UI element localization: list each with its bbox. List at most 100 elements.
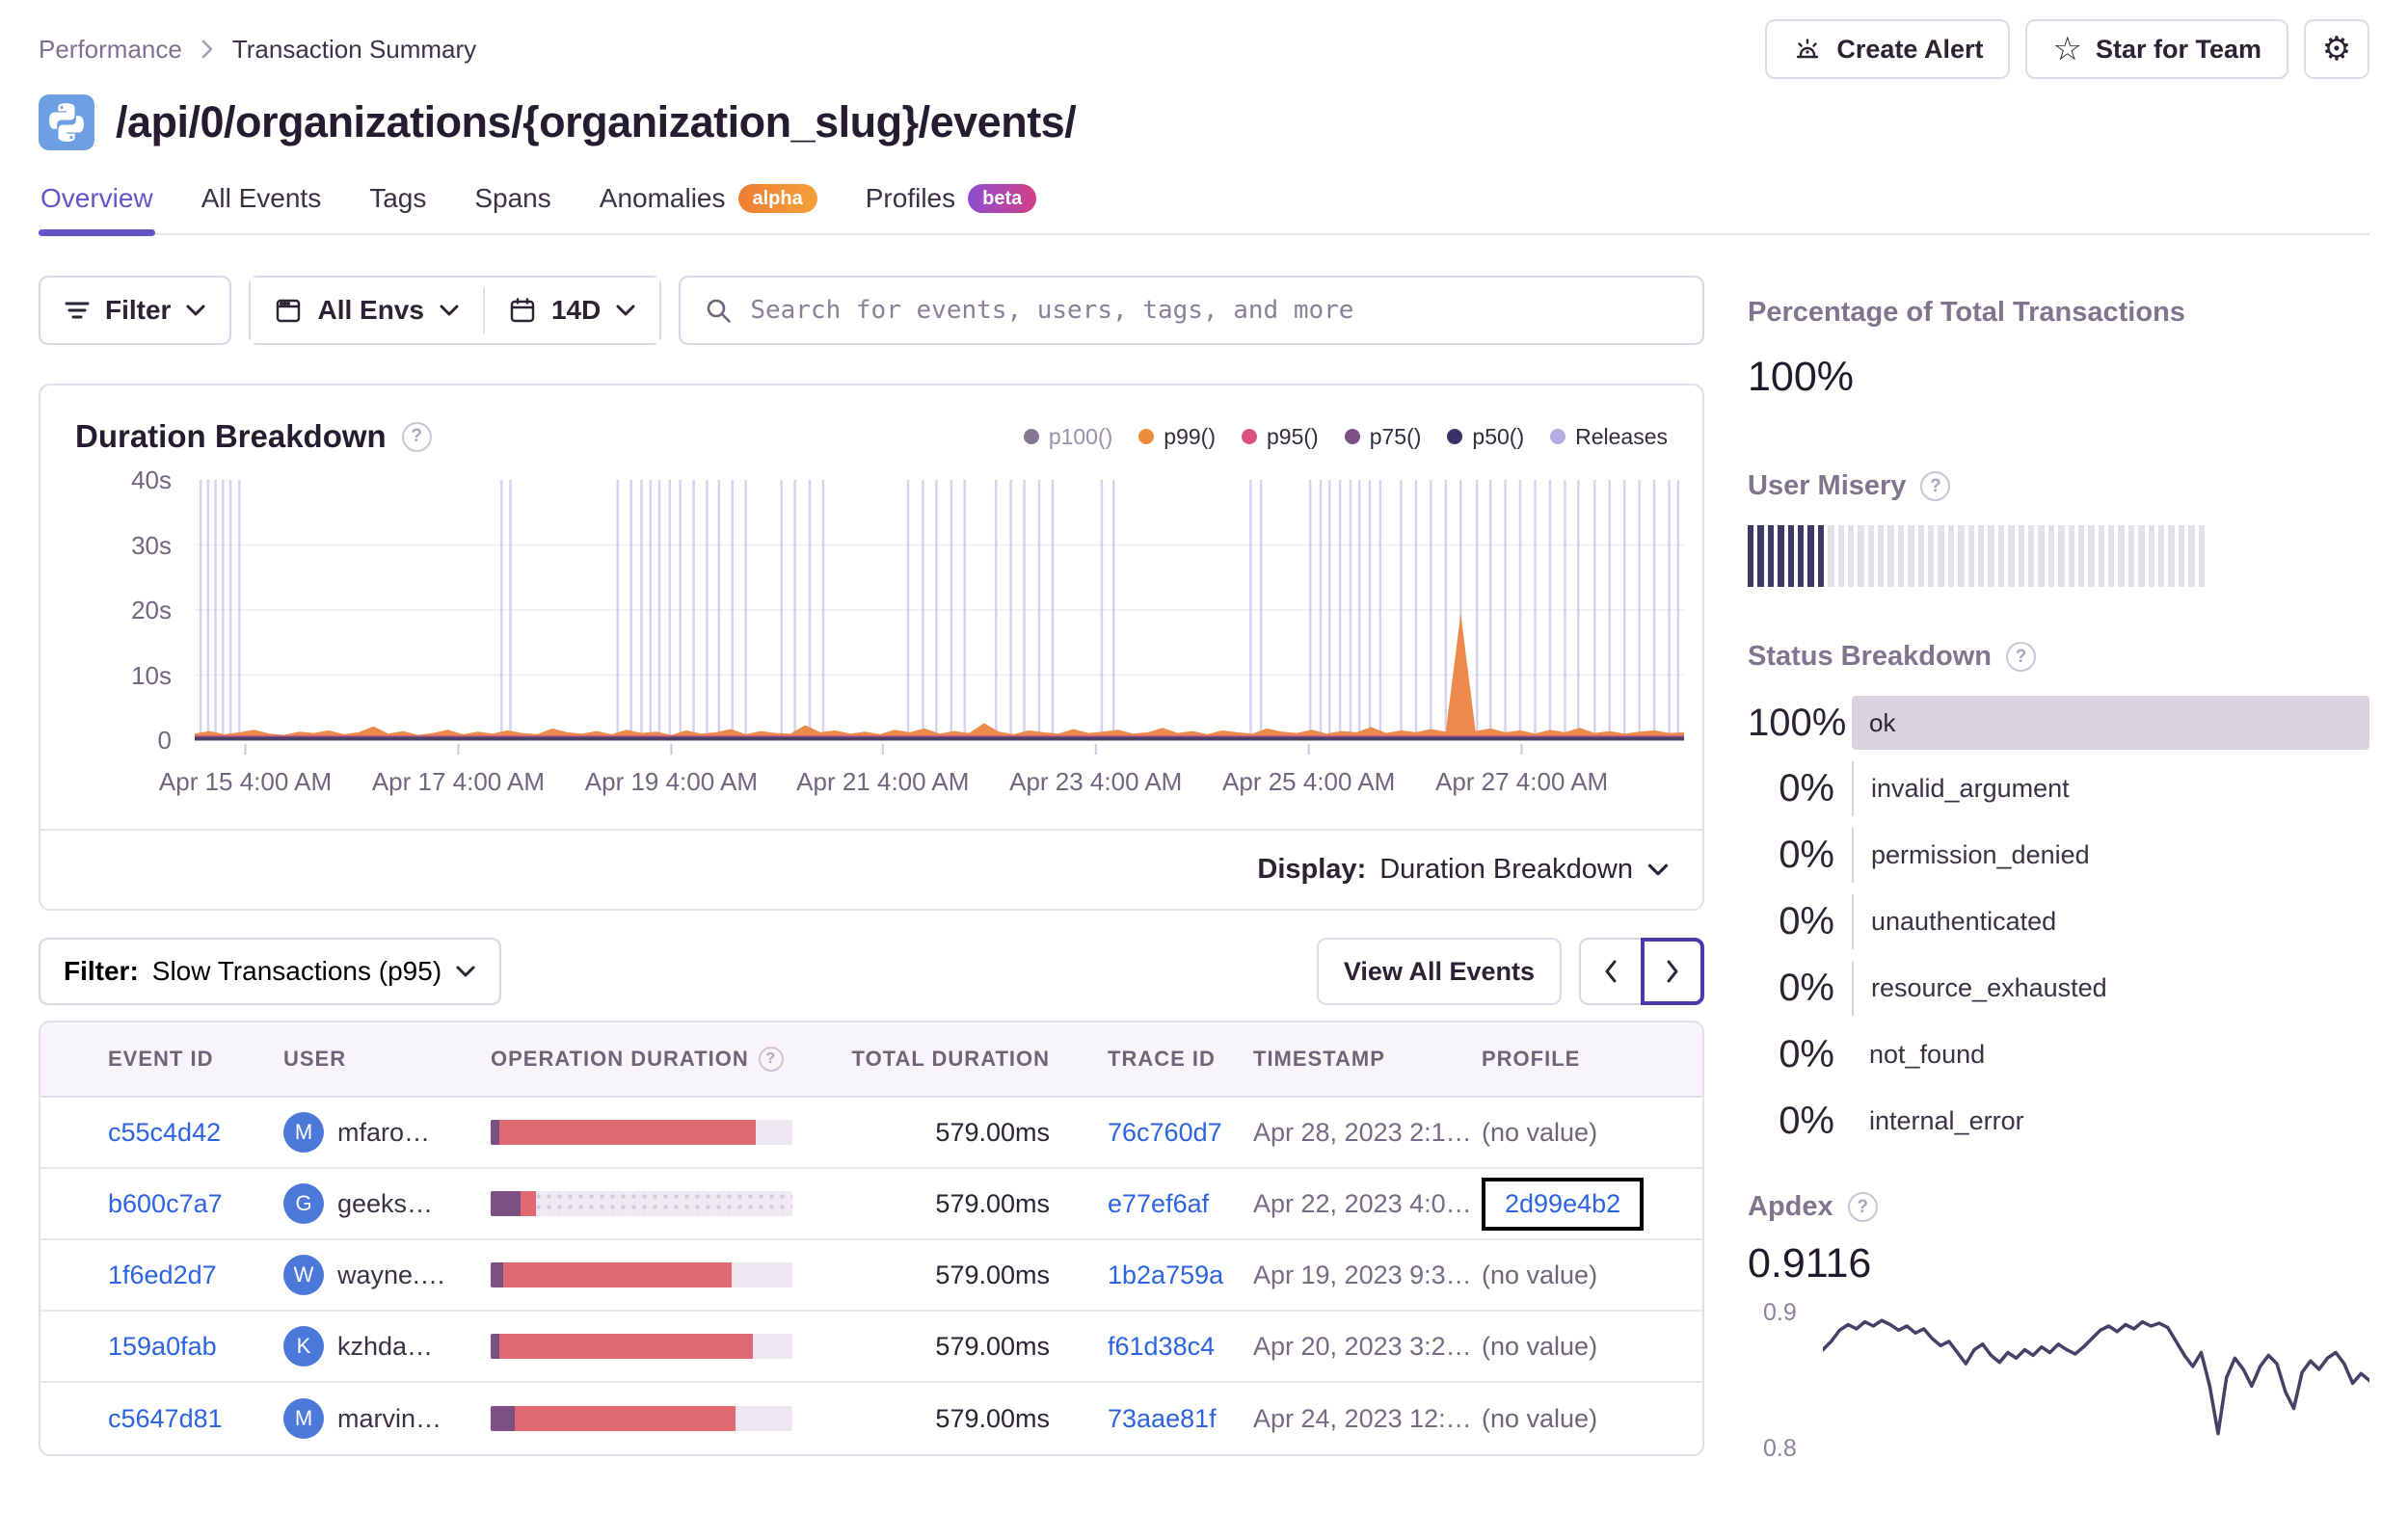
apdex-chart: 0.9 0.8: [1763, 1299, 2371, 1462]
percentage-total-section: Percentage of Total Transactions 100%: [1748, 297, 2369, 401]
apdex-sparkline: [1821, 1318, 2371, 1436]
event-id-link[interactable]: b600c7a7: [108, 1189, 223, 1219]
legend-item-Releases[interactable]: Releases: [1550, 424, 1668, 450]
next-page-button[interactable]: [1641, 938, 1704, 1005]
environment-dropdown[interactable]: All Envs: [251, 278, 483, 343]
legend-label: p99(): [1164, 423, 1216, 449]
create-alert-button[interactable]: Create Alert: [1765, 19, 2011, 79]
trace-id-link[interactable]: 1b2a759a: [1108, 1261, 1223, 1290]
transactions-filter-dropdown[interactable]: Filter: Slow Transactions (p95): [39, 938, 502, 1005]
legend-dot: [1447, 429, 1463, 444]
chevron-down-icon: [1647, 863, 1669, 876]
tab-overview[interactable]: Overview: [39, 179, 155, 236]
misery-stripe: [1947, 525, 1955, 587]
star-for-team-button[interactable]: ☆ Star for Team: [2025, 19, 2288, 79]
bar-segment-db: [491, 1262, 503, 1287]
event-id-link[interactable]: c55c4d42: [108, 1118, 221, 1148]
tab-anomalies[interactable]: Anomalies alpha: [598, 179, 819, 233]
legend-item-p50[interactable]: p50(): [1447, 424, 1524, 450]
search-input[interactable]: [750, 296, 1679, 325]
trace-id-link[interactable]: e77ef6af: [1108, 1189, 1209, 1219]
operation-duration-bar[interactable]: [491, 1262, 792, 1287]
apdex-y-top: 0.9: [1763, 1299, 1797, 1326]
filter-dropdown[interactable]: Filter: [39, 276, 232, 345]
column-header-label: TRACE ID: [1108, 1047, 1216, 1071]
misery-stripe: [1867, 525, 1875, 587]
help-icon[interactable]: ?: [1920, 471, 1951, 501]
timestamp-cell: Apr 19, 2023 9:3…: [1253, 1261, 1482, 1290]
transactions-filter-value: Slow Transactions (p95): [151, 956, 442, 986]
help-icon[interactable]: ?: [2006, 642, 2036, 672]
legend-item-p99[interactable]: p99(): [1138, 424, 1216, 450]
status-percent: 0%: [1779, 767, 1834, 810]
breadcrumb-performance[interactable]: Performance: [39, 35, 182, 65]
operation-duration-bar[interactable]: [491, 1334, 792, 1359]
total-duration-value: 579.00ms: [935, 1117, 1050, 1147]
event-id-link[interactable]: 1f6ed2d7: [108, 1261, 217, 1290]
status-label: ok: [1869, 707, 1896, 737]
duration-chart[interactable]: 40s 30s 20s 10s 0 Apr 15 4:00 AM Apr 17 4:00 …: [131, 465, 1684, 804]
event-id-link[interactable]: 159a0fab: [108, 1332, 217, 1362]
x-axis-label: Apr 19 4:00 AM: [584, 767, 759, 796]
chevron-right-icon: [1667, 960, 1678, 983]
profile-no-value: (no value): [1482, 1260, 1598, 1289]
tab-all-events[interactable]: All Events: [200, 179, 324, 233]
column-header-operation-duration: OPERATION DURATION?: [491, 1047, 818, 1072]
tab-label: Spans: [474, 183, 551, 213]
timestamp-cell: Apr 24, 2023 12:…: [1253, 1404, 1482, 1434]
status-bar-zone: ok: [1852, 696, 2369, 750]
page-title: /api/0/organizations/{organization_slug}…: [116, 97, 1077, 146]
x-axis: Apr 15 4:00 AM Apr 17 4:00 AM Apr 19 4:00 …: [159, 759, 1684, 804]
help-icon[interactable]: ?: [1847, 1192, 1878, 1222]
tab-tags[interactable]: Tags: [367, 179, 428, 233]
status-row-permission_denied: 0% permission_denied: [1748, 828, 2369, 883]
misery-stripe: [1847, 525, 1855, 587]
total-duration-cell: 579.00ms: [818, 1118, 1050, 1148]
status-row-unauthenticated: 0% unauthenticated: [1748, 894, 2369, 949]
table-body: c55c4d42 Mmfaro… 579.00ms 76c760d7 Apr 28, 2…: [40, 1098, 1702, 1454]
legend-item-p100[interactable]: p100(): [1023, 424, 1112, 450]
trace-id-link[interactable]: 76c760d7: [1108, 1118, 1222, 1148]
python-platform-icon: [39, 94, 94, 150]
events-toolbar: Filter: Slow Transactions (p95) View All…: [39, 938, 1704, 1005]
legend-dot: [1023, 429, 1039, 444]
timestamp-cell: Apr 28, 2023 2:1…: [1253, 1118, 1482, 1148]
operation-duration-bar[interactable]: [491, 1120, 792, 1145]
title-row: /api/0/organizations/{organization_slug}…: [0, 79, 2408, 150]
profile-no-value: (no value): [1482, 1117, 1598, 1147]
misery-stripe: [2138, 525, 2145, 587]
tab-spans[interactable]: Spans: [472, 179, 552, 233]
operation-duration-cell: [491, 1406, 818, 1431]
column-header-label: TIMESTAMP: [1253, 1047, 1385, 1071]
legend-item-p95[interactable]: p95(): [1242, 424, 1319, 450]
misery-stripe: [2077, 525, 2085, 587]
avatar: W: [283, 1255, 324, 1295]
operation-duration-bar[interactable]: [491, 1406, 792, 1431]
event-id-link[interactable]: c5647d81: [108, 1404, 223, 1434]
previous-page-button[interactable]: [1579, 938, 1643, 1005]
star-for-team-label: Star for Team: [2095, 34, 2261, 64]
status-row-invalid_argument: 0% invalid_argument: [1748, 761, 2369, 816]
env-date-group: All Envs 14D: [249, 276, 662, 345]
event-id-cell: c5647d81: [108, 1404, 283, 1434]
user-cell: Mmfaro…: [283, 1112, 491, 1153]
misery-stripe: [1958, 525, 1965, 587]
view-all-events-button[interactable]: View All Events: [1316, 938, 1562, 1005]
settings-button[interactable]: ⚙: [2304, 19, 2369, 79]
x-axis-label: Apr 21 4:00 AM: [796, 767, 970, 796]
legend-item-p75[interactable]: p75(): [1344, 424, 1421, 450]
column-header-event-id: EVENT ID: [108, 1047, 283, 1072]
operation-duration-bar[interactable]: [491, 1191, 792, 1216]
trace-id-link[interactable]: 73aae81f: [1108, 1404, 1217, 1434]
display-dropdown[interactable]: Display: Duration Breakdown: [40, 829, 1702, 909]
tab-profiles[interactable]: Profiles beta: [864, 179, 1039, 233]
trace-id-link[interactable]: f61d38c4: [1108, 1332, 1215, 1362]
help-icon[interactable]: ?: [758, 1047, 784, 1072]
misery-stripe: [1828, 525, 1834, 587]
misery-stripe: [2068, 525, 2074, 587]
status-bar[interactable]: ok: [1852, 696, 2369, 750]
profile-link[interactable]: 2d99e4b2: [1505, 1189, 1620, 1218]
misery-stripe: [2198, 525, 2205, 587]
date-range-dropdown[interactable]: 14D: [484, 278, 660, 343]
help-icon[interactable]: ?: [401, 421, 432, 452]
